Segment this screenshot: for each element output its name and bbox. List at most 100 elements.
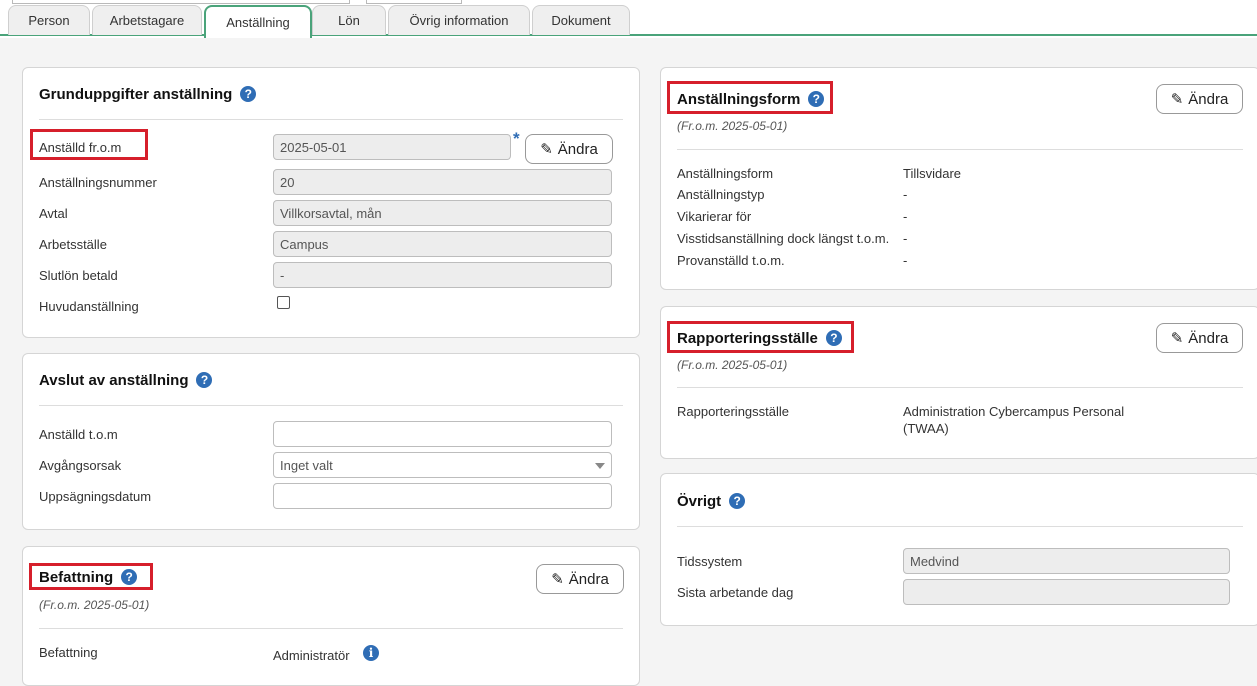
- row-value-line2: (TWAA): [903, 421, 949, 436]
- pencil-icon: ✎: [540, 141, 553, 158]
- pencil-icon: ✎: [1170, 91, 1184, 108]
- card-befattning: Befattning? (Fr.o.m. 2025-05-01) ✎ Ändra …: [22, 546, 640, 686]
- divider: [677, 526, 1243, 527]
- tab-label: Lön: [338, 13, 360, 28]
- chevron-down-icon: [595, 463, 605, 469]
- help-icon[interactable]: ?: [808, 91, 825, 107]
- help-icon[interactable]: ?: [729, 493, 746, 509]
- uppsagningsdatum-input[interactable]: [273, 483, 612, 509]
- card-title: Anställningsform?: [677, 91, 825, 108]
- field-label-tidssystem: Tidssystem: [677, 554, 743, 569]
- tab-stub-right: [366, 0, 462, 4]
- tab-label: Anställning: [226, 15, 290, 30]
- card-anstallningsform: Anställningsform? (Fr.o.m. 2025-05-01) ✎…: [660, 67, 1257, 290]
- help-icon[interactable]: ?: [121, 569, 138, 585]
- divider: [677, 149, 1243, 150]
- card-ovrigt: Övrigt? Tidssystem Medvind Sista arbetan…: [660, 473, 1257, 626]
- row-value: -: [903, 187, 908, 202]
- field-label-uppsagningsdatum: Uppsägningsdatum: [39, 489, 152, 504]
- pencil-icon: ✎: [1170, 330, 1184, 347]
- row-value-line1: Administration Cybercampus Personal: [903, 404, 1125, 419]
- row-label: Vikarierar för: [677, 209, 752, 224]
- card-title: Befattning?: [39, 569, 138, 586]
- field-label-slutlon: Slutlön betald: [39, 268, 118, 283]
- tab-ovrig-information[interactable]: Övrig information: [388, 5, 530, 35]
- help-icon[interactable]: ?: [240, 86, 257, 102]
- slutlon-field: -: [273, 262, 612, 288]
- tab-label: Övrig information: [409, 13, 509, 28]
- anstalld-tom-input[interactable]: [273, 421, 612, 447]
- card-title-text: Övrigt: [677, 493, 722, 510]
- edit-grunduppgifter-button[interactable]: ✎ Ändra: [525, 134, 613, 164]
- field-label-sista-arbetande-dag: Sista arbetande dag: [677, 585, 794, 600]
- tab-person[interactable]: Person: [8, 5, 90, 35]
- tab-lon[interactable]: Lön: [312, 5, 386, 35]
- card-rapporteringsstalle: Rapporteringsställe? (Fr.o.m. 2025-05-01…: [660, 306, 1257, 459]
- divider: [39, 119, 623, 120]
- button-label: Ändra: [1188, 90, 1229, 108]
- button-label: Ändra: [568, 570, 609, 588]
- select-value: Inget valt: [280, 458, 333, 473]
- tab-anstallning[interactable]: Anställning: [204, 5, 312, 38]
- arbetsstalle-field: Campus: [273, 231, 612, 257]
- card-title-text: Anställningsform: [677, 91, 801, 108]
- tab-label: Dokument: [551, 13, 611, 28]
- tab-label: Arbetstagare: [109, 13, 185, 28]
- anstallningsnummer-field: 20: [273, 169, 612, 195]
- sista-arbetande-dag-field: [903, 579, 1230, 605]
- card-avslut: Avslut av anställning? Anställd t.o.m Av…: [22, 353, 640, 530]
- anstalld-from-field: 2025-05-01: [273, 134, 511, 160]
- row-value-befattning: Administratör: [273, 648, 350, 663]
- card-title: Övrigt?: [677, 493, 746, 510]
- row-value: -: [903, 209, 908, 224]
- required-asterisk: *: [513, 129, 520, 148]
- help-icon[interactable]: ?: [825, 330, 842, 346]
- avgangsorsak-select[interactable]: Inget valt: [273, 452, 612, 478]
- checkbox-label-huvudanstallning: Huvudanställning: [39, 299, 139, 314]
- card-grunduppgifter: Grunduppgifter anställning? Anställd fr.…: [22, 67, 640, 338]
- huvudanstallning-checkbox[interactable]: [277, 296, 290, 309]
- row-label: Rapporteringsställe: [677, 404, 790, 419]
- tab-label: Person: [28, 13, 70, 28]
- field-label-arbetsstalle: Arbetsställe: [39, 237, 107, 252]
- field-label-avgangsorsak: Avgångsorsak: [39, 458, 122, 473]
- row-label-befattning: Befattning: [39, 645, 98, 660]
- avtal-field: Villkorsavtal, mån: [273, 200, 612, 226]
- pencil-icon: ✎: [551, 571, 564, 588]
- field-label-anstalld-from: Anställd fr.o.m: [39, 140, 122, 155]
- from-date-text: (Fr.o.m. 2025-05-01): [39, 598, 150, 612]
- card-title-text: Avslut av anställning: [39, 372, 189, 389]
- button-label: Ändra: [557, 140, 598, 158]
- card-title-text: Rapporteringsställe: [677, 330, 818, 347]
- card-title-text: Befattning: [39, 569, 114, 586]
- info-icon[interactable]: i: [363, 645, 379, 661]
- row-value: -: [903, 231, 908, 246]
- row-label: Visstidsanställning dock längst t.o.m.: [677, 231, 890, 246]
- from-date-text: (Fr.o.m. 2025-05-01): [677, 119, 788, 133]
- edit-anstallningsform-button[interactable]: ✎ Ändra: [1156, 84, 1243, 114]
- row-value: -: [903, 253, 908, 268]
- card-title: Grunduppgifter anställning?: [39, 86, 257, 103]
- tab-arbetstagare[interactable]: Arbetstagare: [92, 5, 202, 35]
- button-label: Ändra: [1188, 329, 1229, 347]
- tab-dokument[interactable]: Dokument: [532, 5, 630, 35]
- card-title-text: Grunduppgifter anställning: [39, 86, 233, 103]
- card-title: Rapporteringsställe?: [677, 330, 842, 347]
- field-label-anstallningsnummer: Anställningsnummer: [39, 175, 157, 190]
- divider: [677, 387, 1243, 388]
- row-label: Anställningsform: [677, 166, 774, 181]
- card-title: Avslut av anställning?: [39, 372, 213, 389]
- divider: [39, 405, 623, 406]
- tab-bar: Person Arbetstagare Anställning Lön Övri…: [0, 0, 1257, 38]
- help-icon[interactable]: ?: [196, 372, 213, 388]
- edit-rapporteringsstalle-button[interactable]: ✎ Ändra: [1156, 323, 1243, 353]
- divider: [39, 628, 623, 629]
- field-label-avtal: Avtal: [39, 206, 68, 221]
- row-label: Provanställd t.o.m.: [677, 253, 785, 268]
- tidssystem-field: Medvind: [903, 548, 1230, 574]
- row-label: Anställningstyp: [677, 187, 765, 202]
- tab-stub-left: [12, 0, 350, 4]
- from-date-text: (Fr.o.m. 2025-05-01): [677, 358, 788, 372]
- row-value: Tillsvidare: [903, 166, 962, 181]
- edit-befattning-button[interactable]: ✎ Ändra: [536, 564, 624, 594]
